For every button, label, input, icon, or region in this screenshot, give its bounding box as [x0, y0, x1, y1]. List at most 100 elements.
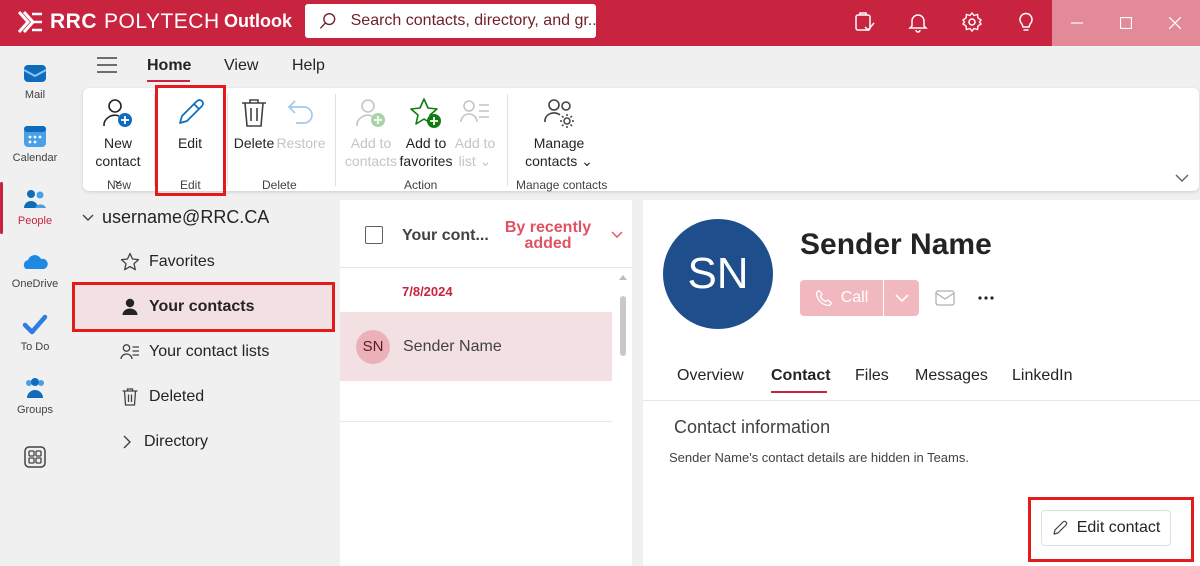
groups-icon — [26, 378, 44, 398]
date-group-header: 7/8/2024 — [402, 284, 453, 299]
restore-label: Restore — [276, 135, 326, 151]
my-day-button[interactable] — [850, 8, 878, 36]
tab-contact[interactable]: Contact — [771, 367, 831, 385]
add-to-list-line2: list ⌄ — [458, 153, 492, 169]
tab-messages[interactable]: Messages — [915, 367, 988, 385]
folder-directory[interactable]: Directory — [74, 420, 333, 464]
account-header[interactable]: username@RRC.CA — [82, 207, 269, 228]
call-button[interactable]: Call — [800, 280, 883, 316]
brand-logo: RRC POLYTECH — [16, 9, 220, 35]
notifications-button[interactable] — [904, 8, 932, 36]
new-contact-button[interactable]: New contact ⌄ — [88, 96, 148, 188]
rail-label-groups: Groups — [16, 404, 54, 416]
contact-list-header: Your cont... By recently added — [340, 200, 632, 268]
settings-button[interactable] — [958, 8, 986, 36]
calendar-icon — [24, 126, 46, 147]
call-label: Call — [840, 289, 869, 306]
mail-icon[interactable] — [935, 290, 955, 306]
chevron-down-icon — [82, 214, 94, 221]
hamburger-menu-icon[interactable] — [97, 56, 117, 74]
add-to-contacts-line2: contacts — [344, 153, 398, 169]
close-button[interactable] — [1151, 0, 1200, 46]
rail-item-mail[interactable]: Mail — [0, 52, 70, 112]
delete-button[interactable]: Delete — [230, 96, 278, 152]
brand-name-rest: POLYTECH — [104, 10, 220, 33]
ribbon-expand-chevron-icon[interactable] — [1175, 173, 1189, 183]
chevron-down-icon: ⌄ — [581, 153, 593, 169]
tab-view[interactable]: View — [224, 57, 258, 75]
group-label-delete: Delete — [262, 178, 297, 192]
rail-item-onedrive[interactable]: OneDrive — [0, 241, 70, 301]
contact-list-item[interactable]: SN Sender Name — [340, 312, 612, 381]
rail-label-people: People — [17, 215, 53, 227]
todo-icon — [22, 314, 48, 335]
contact-list-icon — [460, 100, 489, 123]
add-to-contacts-line1: Add to — [350, 135, 392, 151]
folder-contact-lists[interactable]: Your contact lists — [74, 330, 333, 374]
scrollbar-thumb[interactable] — [620, 296, 626, 356]
rail-label-onedrive: OneDrive — [11, 278, 59, 290]
rail-item-groups[interactable]: Groups — [0, 367, 70, 427]
add-to-favorites-line2: favorites — [399, 153, 453, 169]
folder-label: Your contact lists — [149, 343, 270, 360]
group-label-new: New — [107, 178, 132, 192]
new-contact-line1: New — [103, 135, 132, 151]
search-input[interactable]: Search contacts, directory, and gr... — [351, 12, 596, 30]
onedrive-icon — [23, 255, 48, 269]
minimize-icon — [1070, 22, 1083, 24]
minimize-button[interactable] — [1052, 0, 1101, 46]
your-contacts-highlight-box — [72, 282, 335, 332]
add-person-icon — [103, 99, 132, 127]
close-icon — [1169, 17, 1182, 29]
tab-home[interactable]: Home — [147, 57, 191, 75]
manage-contacts-button[interactable]: Manage contacts ⌄ — [521, 96, 597, 170]
window-controls — [1052, 0, 1200, 46]
ribbon-group-separator — [227, 94, 228, 186]
bell-icon — [908, 14, 928, 33]
add-to-contacts-button[interactable]: Add to contacts — [343, 96, 399, 170]
scroll-up-icon[interactable] — [619, 274, 627, 280]
chevron-right-icon — [123, 435, 131, 449]
app-rail: Mail Calendar People OneDrive To Do Grou… — [0, 46, 70, 566]
folder-favorites[interactable]: Favorites — [74, 240, 333, 284]
add-to-favorites-line1: Add to — [405, 135, 447, 151]
search-box[interactable]: Search contacts, directory, and gr... — [305, 4, 596, 38]
restore-button[interactable]: Restore — [276, 96, 326, 152]
phone-icon — [815, 289, 832, 307]
ribbon-group-separator — [507, 94, 508, 186]
contact-avatar: SN — [663, 219, 773, 329]
app-title[interactable]: Outlook — [224, 11, 292, 32]
rail-item-calendar[interactable]: Calendar — [0, 115, 70, 175]
title-bar: RRC POLYTECH Outlook Search contacts, di… — [0, 0, 1200, 46]
add-to-list-button[interactable]: Add to list ⌄ — [452, 96, 498, 170]
call-options-button[interactable] — [884, 280, 919, 316]
sort-button[interactable]: By recently added — [500, 220, 596, 252]
add-to-list-line1: Add to — [454, 135, 496, 151]
rail-item-more-apps[interactable] — [0, 436, 70, 496]
more-apps-icon — [24, 446, 46, 468]
select-all-checkbox[interactable] — [365, 226, 383, 244]
tab-help[interactable]: Help — [292, 57, 325, 75]
folder-deleted[interactable]: Deleted — [74, 375, 333, 419]
mail-icon — [23, 65, 47, 82]
tab-linkedin[interactable]: LinkedIn — [1012, 367, 1073, 385]
contact-list-pane: Your cont... By recently added 7/8/2024 … — [340, 200, 632, 566]
tips-button[interactable] — [1012, 8, 1040, 36]
rail-label-calendar: Calendar — [12, 152, 58, 164]
people-settings-icon — [544, 99, 574, 128]
star-add-icon — [410, 98, 441, 128]
brand-name-bold: RRC — [50, 10, 97, 33]
maximize-button[interactable] — [1101, 0, 1150, 46]
chevron-down-icon[interactable] — [611, 231, 623, 239]
section-title: Contact information — [674, 417, 831, 437]
tab-files[interactable]: Files — [855, 367, 889, 385]
manage-contacts-line2: contacts ⌄ — [525, 153, 593, 169]
tab-overview[interactable]: Overview — [677, 367, 744, 385]
rail-item-people[interactable]: People — [0, 178, 70, 238]
more-options-icon[interactable] — [977, 291, 995, 305]
rail-item-todo[interactable]: To Do — [0, 304, 70, 364]
people-icon — [24, 190, 46, 208]
add-to-favorites-button[interactable]: Add to favorites — [397, 96, 455, 170]
gear-icon — [961, 11, 983, 33]
divider — [643, 400, 1200, 401]
